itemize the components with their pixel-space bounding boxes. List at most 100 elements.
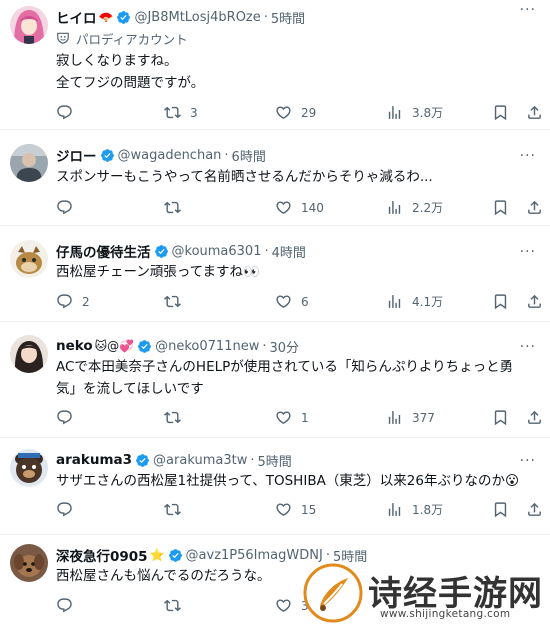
tweet-text: ACで本田美奈子さんのHELPが使用されている「知らんぷりよりちょっと勇 気」を… bbox=[56, 356, 536, 400]
bookmark-button[interactable] bbox=[492, 409, 509, 426]
pony-avatar[interactable] bbox=[10, 240, 48, 278]
fan-emoji-icon: 🪭 bbox=[98, 10, 114, 24]
reply-button[interactable]: 2 bbox=[56, 293, 90, 310]
display-name[interactable]: 深夜急行0905 bbox=[56, 545, 148, 565]
tweet[interactable]: neko 🐱@💞 @neko0711new · 30分 ··· ACで本田美奈子… bbox=[0, 323, 550, 438]
view-count: 377 bbox=[412, 410, 435, 425]
retweet-button[interactable] bbox=[164, 501, 190, 518]
reply-button[interactable] bbox=[56, 597, 82, 614]
timestamp[interactable]: 5時間 bbox=[271, 8, 305, 27]
tweet-text-line: 西松屋チェーン頑張ってますね👀 bbox=[56, 264, 260, 280]
display-name[interactable]: ヒイロ bbox=[56, 7, 97, 27]
share-icon bbox=[526, 199, 543, 216]
bar-chart-icon bbox=[386, 293, 403, 310]
watermark-logo-icon bbox=[303, 563, 363, 623]
tweet-header: arakuma3 @arakuma3tw · 5時間 bbox=[56, 449, 510, 471]
retweet-icon bbox=[164, 293, 181, 310]
share-button[interactable] bbox=[526, 104, 543, 121]
user-handle[interactable]: @neko0711new bbox=[155, 339, 259, 354]
views-button[interactable]: 1.8万 bbox=[386, 501, 443, 518]
more-options-icon[interactable]: ··· bbox=[520, 244, 536, 260]
bookmark-button[interactable] bbox=[492, 501, 509, 518]
like-button[interactable]: 29 bbox=[275, 104, 316, 121]
share-button[interactable] bbox=[526, 199, 543, 216]
user-handle[interactable]: @arakuma3tw bbox=[153, 453, 247, 468]
retweet-button[interactable]: 3 bbox=[164, 104, 198, 121]
retweet-icon bbox=[164, 409, 181, 426]
reply-icon bbox=[56, 104, 73, 121]
reply-button[interactable] bbox=[56, 409, 82, 426]
like-count: 6 bbox=[301, 294, 309, 309]
more-options-icon[interactable]: ··· bbox=[520, 339, 536, 355]
more-options-icon[interactable]: ··· bbox=[520, 453, 536, 469]
bookmark-button[interactable] bbox=[492, 293, 509, 310]
tweet[interactable]: arakuma3 @arakuma3tw · 5時間 ··· サザエさんの西松屋… bbox=[0, 439, 550, 535]
bear-mascot-avatar[interactable] bbox=[10, 449, 48, 487]
tweet-text-line: ACで本田美奈子さんのHELPが使用されている「知らんぷりよりちょっと勇 bbox=[56, 359, 514, 375]
separator-dot: · bbox=[224, 147, 229, 163]
retweet-button[interactable] bbox=[164, 409, 190, 426]
share-button[interactable] bbox=[526, 409, 543, 426]
more-options-icon[interactable]: ··· bbox=[520, 148, 536, 164]
timestamp[interactable]: 4時間 bbox=[272, 242, 306, 261]
anime-girl-avatar[interactable] bbox=[10, 6, 48, 44]
retweet-icon bbox=[164, 199, 181, 216]
tweet[interactable]: 仔馬の優待生活 @kouma6301 · 4時間 ··· 西松屋チェーン頑張って… bbox=[0, 227, 550, 322]
user-handle[interactable]: @wagadenchan bbox=[118, 148, 222, 163]
verified-badge-icon bbox=[100, 148, 115, 163]
bookmark-button[interactable] bbox=[492, 199, 509, 216]
tweet-actions: 2 6 4.1万 bbox=[56, 293, 540, 313]
retweet-count: 3 bbox=[190, 105, 198, 120]
reply-icon bbox=[56, 501, 73, 518]
heart-icon bbox=[275, 597, 292, 614]
heart-icon bbox=[275, 293, 292, 310]
share-icon bbox=[526, 409, 543, 426]
share-button[interactable] bbox=[526, 501, 543, 518]
dog-photo-avatar[interactable] bbox=[10, 544, 48, 582]
views-button[interactable]: 377 bbox=[386, 409, 435, 426]
reply-button[interactable] bbox=[56, 199, 82, 216]
like-button[interactable]: 6 bbox=[275, 293, 309, 310]
views-button[interactable]: 2.2万 bbox=[386, 199, 443, 216]
bookmark-button[interactable] bbox=[492, 104, 509, 121]
like-count: 15 bbox=[301, 502, 317, 517]
timestamp[interactable]: 6時間 bbox=[232, 146, 266, 165]
like-button[interactable]: 140 bbox=[275, 199, 324, 216]
like-button[interactable]: 15 bbox=[275, 501, 316, 518]
tweet-text-line: サザエさんの西松屋1社提供って、TOSHIBA（東芝）以来26年ぶりなのか😮 bbox=[56, 473, 520, 489]
person-photo-avatar[interactable] bbox=[10, 144, 48, 182]
like-button[interactable]: 1 bbox=[275, 409, 309, 426]
more-options-icon[interactable]: ··· bbox=[520, 2, 536, 18]
tweet-text-line: スポンサーもこうやって名前晒させるんだからそりゃ減るわ... bbox=[56, 169, 433, 185]
user-handle[interactable]: @JB8MtLosj4bROze bbox=[134, 10, 260, 25]
tweet-actions: 3 29 3.8万 bbox=[56, 104, 540, 124]
watermark: 诗经手游网 www.shijingketang.com bbox=[302, 560, 550, 626]
timestamp[interactable]: 5時間 bbox=[257, 451, 291, 470]
share-button[interactable] bbox=[526, 293, 543, 310]
views-button[interactable]: 4.1万 bbox=[386, 293, 443, 310]
display-name[interactable]: neko bbox=[56, 338, 93, 354]
display-name[interactable]: ジロー bbox=[56, 145, 97, 165]
retweet-button[interactable] bbox=[164, 199, 190, 216]
reply-button[interactable] bbox=[56, 104, 82, 121]
retweet-button[interactable] bbox=[164, 597, 190, 614]
verified-badge-icon bbox=[137, 339, 152, 354]
retweet-button[interactable] bbox=[164, 293, 190, 310]
tweet[interactable]: ジロー @wagadenchan · 6時間 ··· スポンサーもこうやって名前… bbox=[0, 131, 550, 226]
tweet-text: 寂しくなりますね。 全てフジの問題ですが。 bbox=[56, 50, 536, 94]
timestamp[interactable]: 30分 bbox=[269, 337, 299, 356]
reply-icon bbox=[56, 199, 73, 216]
reply-button[interactable] bbox=[56, 501, 82, 518]
heart-icon bbox=[275, 199, 292, 216]
user-handle[interactable]: @kouma6301 bbox=[172, 244, 262, 259]
retweet-icon bbox=[164, 501, 181, 518]
tweet[interactable]: ヒイロ 🪭 @JB8MtLosj4bROze · 5時間 ··· パロディアカウ… bbox=[0, 0, 550, 130]
display-name[interactable]: arakuma3 bbox=[56, 452, 132, 468]
verified-badge-icon bbox=[154, 244, 169, 259]
display-name[interactable]: 仔馬の優待生活 bbox=[56, 241, 151, 261]
tweet-text: スポンサーもこうやって名前晒させるんだからそりゃ減るわ... bbox=[56, 166, 536, 188]
heart-icon bbox=[275, 501, 292, 518]
woman-photo-avatar[interactable] bbox=[10, 335, 48, 373]
views-button[interactable]: 3.8万 bbox=[386, 104, 443, 121]
bar-chart-icon bbox=[386, 501, 403, 518]
